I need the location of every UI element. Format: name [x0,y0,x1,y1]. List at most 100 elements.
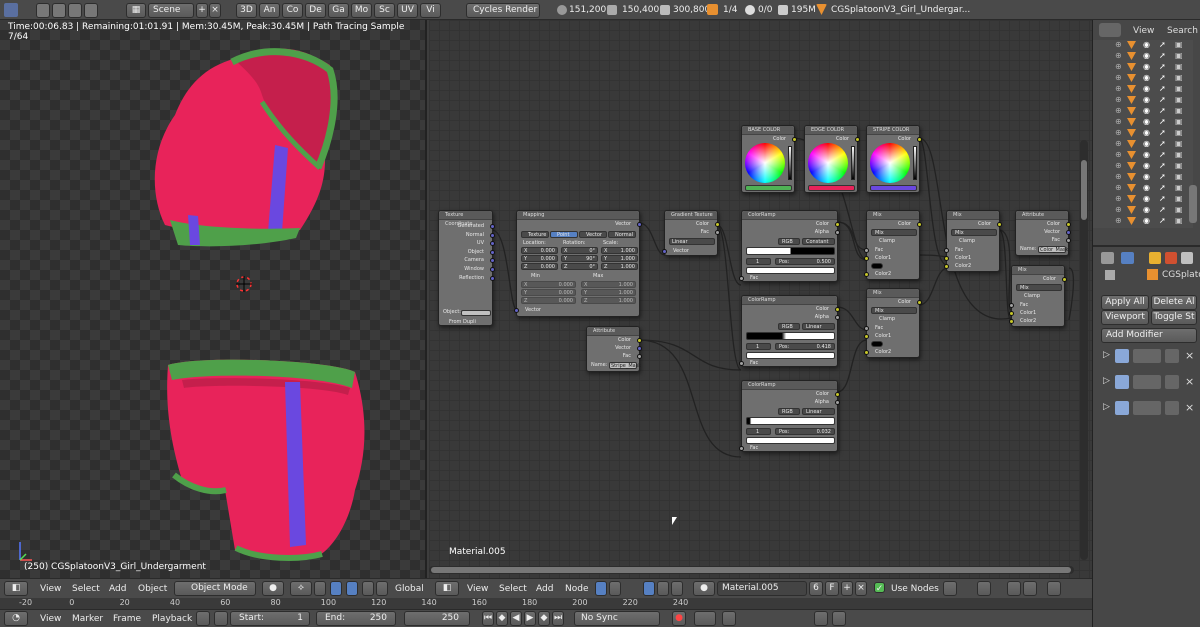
color-socket[interactable] [1066,222,1071,227]
visibility-eye-icon[interactable]: ◉ [1143,95,1150,104]
visibility-eye-icon[interactable]: ◉ [1143,161,1150,170]
outliner-row[interactable]: ⊕ ◉ ➚ ▣ [1093,73,1193,84]
mapping-mode-normal[interactable]: Normal [608,231,636,238]
input-socket[interactable] [864,350,869,355]
render-props-icon[interactable] [1101,252,1114,264]
ramp-gradient[interactable] [746,247,835,255]
select-arrow-icon[interactable]: ➚ [1159,194,1166,203]
material-browse-icon[interactable]: ● [693,581,715,596]
disclosure-icon[interactable]: ⊕ [1115,40,1122,49]
outliner-scrollbar[interactable] [1189,185,1197,223]
outliner-row[interactable]: ⊕ ◉ ➚ ▣ [1093,139,1193,150]
modifier-panel[interactable]: ▷ × [1101,400,1197,416]
mapping-mode-point[interactable]: Point [550,231,578,238]
value-slider[interactable] [913,146,917,180]
screen-tab-co[interactable]: Co [282,3,303,18]
ramp-gradient[interactable] [746,332,835,340]
backdrop-icon[interactable] [1047,581,1061,596]
timeline-menu-frame[interactable]: Frame [113,614,141,624]
object-shader-icon[interactable] [595,581,607,596]
manipulator-toggle[interactable] [314,581,326,596]
mapping-field[interactable]: Y 1.000 [601,255,638,262]
color-socket[interactable] [997,222,1002,227]
outliner-row[interactable]: ⊕ ◉ ➚ ▣ [1093,128,1193,139]
fac-socket[interactable] [739,361,744,366]
paste-icon[interactable] [1023,581,1037,596]
outliner-row[interactable]: ⊕ ◉ ➚ ▣ [1093,205,1193,216]
disclosure-icon[interactable]: ⊕ [1115,183,1122,192]
close-icon[interactable]: × [1185,401,1194,414]
scale-icon[interactable] [362,581,374,596]
mapping-field[interactable]: Z 1.000 [601,263,638,270]
modifier-panel[interactable]: ▷ × [1101,348,1197,364]
editor-type-icon[interactable]: ◧ [435,581,459,596]
stop-index-field[interactable]: 1 [746,258,771,265]
input-socket[interactable] [1009,303,1014,308]
play-reverse-icon[interactable]: ◀ [510,611,522,626]
blend-mode-select[interactable]: Mix [871,307,917,314]
vector-socket[interactable] [1066,230,1071,235]
screen-layout-icon[interactable]: ▦ [126,3,146,18]
screen-tab-3d[interactable]: 3D [236,3,257,18]
keying-set-icon[interactable] [694,611,716,626]
3d-viewport[interactable]: Time:00:06.83 | Remaining:01:01.91 | Mem… [0,20,427,578]
interpolation-select[interactable]: Constant [802,238,835,245]
outliner-row[interactable]: ⊕ ◉ ➚ ▣ [1093,161,1193,172]
outliner-search-menu[interactable]: Search [1167,26,1198,36]
mapping-field[interactable]: Y 0.000 [521,255,558,262]
render-menu-icon[interactable] [52,3,66,18]
texture-props-icon[interactable] [1149,252,1161,264]
disclosure-icon[interactable]: ⊕ [1115,73,1122,82]
render-camera-icon[interactable]: ▣ [1175,150,1183,159]
mapping-field[interactable]: X 0° [561,247,598,254]
expand-arrow-icon[interactable]: ▷ [1103,350,1110,360]
record-icon[interactable]: ● [672,611,686,626]
select-arrow-icon[interactable]: ➚ [1159,84,1166,93]
output-socket[interactable] [490,275,495,281]
select-arrow-icon[interactable]: ➚ [1159,183,1166,192]
add-menu[interactable]: Add [536,584,553,594]
insert-keyframe-icon[interactable] [722,611,736,626]
visibility-eye-icon[interactable]: ◉ [1143,139,1150,148]
mix-node[interactable]: Mix Color Mix Clamp Fac Color1 Color2 [1009,265,1067,327]
fac-socket[interactable] [637,354,642,359]
fac-socket[interactable] [739,446,744,451]
mapping-field[interactable]: Z 0.000 [521,263,558,270]
select-arrow-icon[interactable]: ➚ [1159,128,1166,137]
particles-props-icon[interactable] [1181,252,1193,264]
horizontal-scrollbar[interactable] [429,566,1074,574]
input-socket[interactable] [944,264,949,269]
color-socket[interactable] [792,137,797,142]
mapping-field[interactable]: Y 90° [561,255,598,262]
visibility-eye-icon[interactable]: ◉ [1143,84,1150,93]
outliner-row[interactable]: ⊕ ◉ ➚ ▣ [1093,194,1193,205]
modifier-visibility-toggles[interactable] [1133,349,1161,363]
screen-tab-mo[interactable]: Mo [351,3,372,18]
render-engine-select[interactable]: Cycles Render [466,3,540,18]
vector-socket[interactable] [662,249,667,254]
select-arrow-icon[interactable]: ➚ [1159,216,1166,225]
texture-slot-icon[interactable] [657,581,669,596]
stop-color-swatch[interactable] [746,267,835,274]
select-arrow-icon[interactable]: ➚ [1159,40,1166,49]
outliner-row[interactable]: ⊕ ◉ ➚ ▣ [1093,216,1193,227]
mapping-mode-vector[interactable]: Vector [579,231,607,238]
select-arrow-icon[interactable]: ➚ [1159,172,1166,181]
render-camera-icon[interactable]: ▣ [1175,84,1183,93]
window-menu-icon[interactable] [68,3,82,18]
timeline-ruler[interactable]: -20 0 20 40 60 80 100 120 140 160 180 200 220 240 [0,598,1092,609]
select-arrow-icon[interactable]: ➚ [1159,106,1166,115]
color-ramp-node[interactable]: ColorRamp Color Alpha RGB Linear 1 Pos: 0.032 Fa… [739,380,840,452]
visibility-eye-icon[interactable]: ◉ [1143,128,1150,137]
blend-mode-select[interactable]: Mix [1016,284,1062,291]
render-camera-icon[interactable]: ▣ [1175,139,1183,148]
viewport-button[interactable]: Viewport [1101,310,1149,325]
outliner-row[interactable]: ⊕ ◉ ➚ ▣ [1093,95,1193,106]
render-camera-icon[interactable]: ▣ [1175,216,1183,225]
disclosure-icon[interactable]: ⊕ [1115,51,1122,60]
attribute-node[interactable]: Attribute Color Vector Fac Name: Stripe_… [586,326,642,372]
select-arrow-icon[interactable]: ➚ [1159,73,1166,82]
modifier-props-icon[interactable] [1121,252,1134,264]
color1-swatch[interactable] [871,263,883,269]
select-arrow-icon[interactable]: ➚ [1159,150,1166,159]
